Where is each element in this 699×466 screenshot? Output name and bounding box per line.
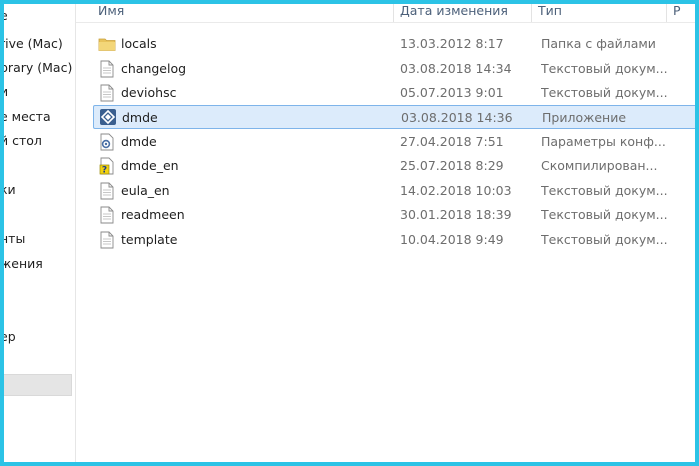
file-date: 25.07.2018 8:29	[400, 158, 504, 173]
nav-item-libraries[interactable]: ки	[0, 180, 75, 200]
file-type: Параметры конф...	[541, 134, 666, 149]
file-date: 05.07.2013 9:01	[400, 85, 504, 100]
file-date: 13.03.2012 8:17	[400, 36, 504, 51]
folder-icon	[98, 38, 116, 51]
file-date: 27.04.2018 7:51	[400, 134, 504, 149]
file-type: Текстовый докум...	[541, 232, 668, 247]
file-row-dmde-config[interactable]: dmde 27.04.2018 7:51 Параметры конф...	[76, 130, 696, 154]
column-header-date[interactable]: Дата изменения	[394, 0, 532, 22]
text-document-icon	[100, 231, 114, 249]
file-type: Скомпилирован...	[541, 158, 658, 173]
file-type: Текстовый докум...	[541, 85, 668, 100]
file-type: Текстовый докум...	[541, 183, 668, 198]
column-header-type[interactable]: Тип	[532, 0, 667, 22]
file-row-locals[interactable]: locals 13.03.2012 8:17 Папка с файлами	[76, 32, 696, 56]
file-type: Текстовый докум...	[541, 61, 668, 76]
svg-text:?: ?	[102, 166, 107, 176]
file-date: 03.08.2018 14:36	[401, 110, 513, 125]
file-row-deviohsc[interactable]: deviohsc 05.07.2013 9:01 Текстовый докум…	[76, 81, 696, 105]
file-date: 03.08.2018 14:34	[400, 61, 512, 76]
file-name: readmeen	[121, 207, 185, 222]
file-row-template[interactable]: template 10.04.2018 9:49 Текстовый докум…	[76, 228, 696, 252]
file-name: deviohsc	[121, 85, 177, 100]
nav-item-downloads[interactable]: и	[0, 82, 75, 102]
nav-item-favorites[interactable]: е	[0, 6, 75, 26]
file-row-dmde-exe[interactable]: dmde 03.08.2018 14:36 Приложение	[93, 105, 697, 129]
file-name: locals	[121, 36, 157, 51]
file-date: 10.04.2018 9:49	[400, 232, 504, 247]
file-row-eula-en[interactable]: eula_en 14.02.2018 10:03 Текстовый докум…	[76, 179, 696, 203]
nav-item-computer[interactable]: ер	[0, 327, 75, 347]
file-date: 30.01.2018 18:39	[400, 207, 512, 222]
nav-item-recent-places[interactable]: е места	[0, 107, 75, 127]
text-document-icon	[100, 60, 114, 78]
file-name: eula_en	[121, 183, 170, 198]
column-header-name[interactable]: Имя	[92, 0, 394, 22]
navigation-pane: е rive (Mac) brary (Mac) и е места й сто…	[0, 0, 76, 466]
nav-item-desktop[interactable]: й стол	[0, 131, 75, 151]
config-settings-icon	[100, 133, 114, 151]
dmde-app-icon	[100, 109, 116, 125]
file-name: dmde_en	[121, 158, 179, 173]
compiled-help-icon: ?	[99, 157, 114, 176]
file-type: Папка с файлами	[541, 36, 656, 51]
file-type: Текстовый докум...	[541, 207, 668, 222]
file-name: dmde	[122, 110, 158, 125]
file-name: template	[121, 232, 178, 247]
column-header-size[interactable]: Р	[667, 0, 699, 22]
nav-item-photo-library[interactable]: brary (Mac)	[0, 58, 75, 78]
text-document-icon	[100, 206, 114, 224]
nav-item-documents[interactable]: нты	[0, 229, 75, 249]
nav-item-pictures[interactable]: жения	[0, 254, 75, 274]
file-name: dmde	[121, 134, 157, 149]
text-document-icon	[100, 182, 114, 200]
column-header-bar: Имя Дата изменения Тип Р	[76, 0, 699, 23]
file-date: 14.02.2018 10:03	[400, 183, 512, 198]
nav-item-selected[interactable]	[0, 374, 72, 396]
file-row-changelog[interactable]: changelog 03.08.2018 14:34 Текстовый док…	[76, 57, 696, 81]
file-type: Приложение	[542, 110, 627, 125]
text-document-icon	[100, 84, 114, 102]
file-row-dmde-en[interactable]: ? dmde_en 25.07.2018 8:29 Скомпилирован.…	[76, 154, 696, 178]
file-name: changelog	[121, 61, 187, 76]
nav-item-icloud-drive[interactable]: rive (Mac)	[0, 34, 75, 54]
file-row-readmeen[interactable]: readmeen 30.01.2018 18:39 Текстовый доку…	[76, 203, 696, 227]
